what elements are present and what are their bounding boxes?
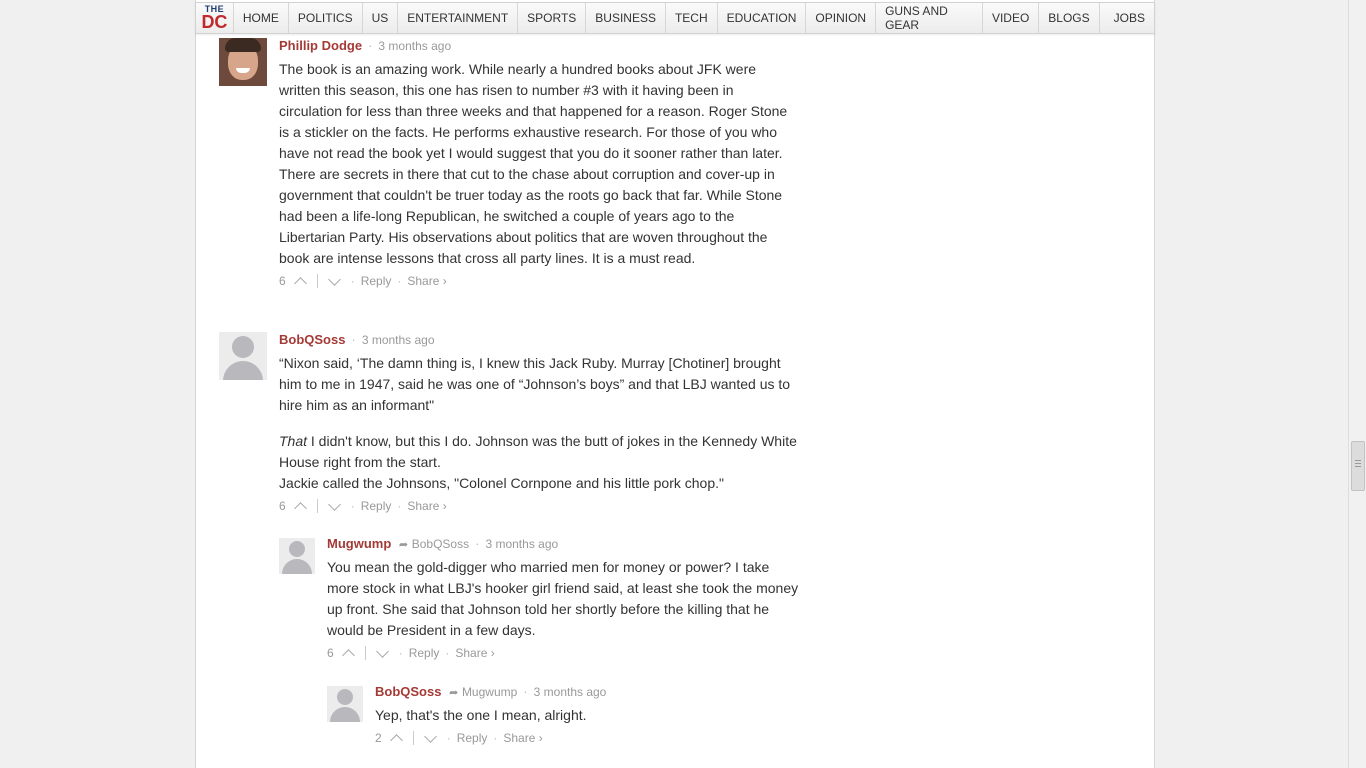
comment-text: Yep, that's the one I mean, alright. bbox=[375, 707, 587, 723]
comment-author[interactable]: Mugwump bbox=[327, 536, 391, 551]
upvote-icon[interactable] bbox=[389, 734, 403, 747]
reply-button[interactable]: Reply bbox=[361, 274, 392, 288]
comment-author[interactable]: BobQSoss bbox=[375, 684, 441, 699]
downvote-icon[interactable] bbox=[423, 730, 437, 743]
reply-button[interactable]: Reply bbox=[457, 731, 488, 745]
vote-divider bbox=[316, 274, 318, 288]
reply-button[interactable]: Reply bbox=[361, 499, 392, 513]
avatar[interactable] bbox=[327, 686, 363, 722]
nav-education[interactable]: EDUCATION bbox=[718, 3, 807, 33]
reply-to-author[interactable]: Mugwump bbox=[462, 685, 517, 699]
nav-jobs[interactable]: JOBS bbox=[1100, 3, 1154, 33]
comment-author[interactable]: BobQSoss bbox=[279, 332, 345, 347]
nav-politics[interactable]: POLITICS bbox=[289, 3, 363, 33]
reply-button[interactable]: Reply bbox=[409, 646, 440, 660]
comment-text: You mean the gold-digger who married men… bbox=[327, 559, 799, 638]
comment-actions: 6 · Reply · Share › bbox=[327, 645, 495, 662]
upvote-icon[interactable] bbox=[293, 277, 307, 290]
share-button[interactable]: Share › bbox=[455, 646, 494, 660]
comment-text: The book is an amazing work. While nearl… bbox=[279, 61, 788, 266]
share-button[interactable]: Share › bbox=[407, 499, 446, 513]
comment-timestamp[interactable]: 3 months ago bbox=[534, 685, 607, 699]
comment-timestamp[interactable]: 3 months ago bbox=[362, 333, 435, 347]
nav-video[interactable]: VIDEO bbox=[983, 3, 1040, 33]
nav-blogs[interactable]: BLOGS bbox=[1039, 3, 1100, 33]
nav-business[interactable]: BUSINESS bbox=[586, 3, 666, 33]
nav-opinion[interactable]: OPINION bbox=[806, 3, 877, 33]
reply-arrow-icon: ➦ bbox=[398, 539, 409, 551]
upvote-icon[interactable] bbox=[341, 649, 355, 662]
reply-to-author[interactable]: BobQSoss bbox=[412, 537, 469, 551]
avatar[interactable] bbox=[279, 538, 315, 574]
nav-entertainment[interactable]: ENTERTAINMENT bbox=[398, 3, 519, 33]
scrollbar-thumb[interactable] bbox=[1351, 441, 1365, 491]
vote-count: 2 bbox=[375, 731, 382, 745]
top-navigation-bar: THE DC HOME POLITICS US ENTERTAINMENT SP… bbox=[195, 2, 1155, 34]
comment-actions: 2 · Reply · Share › bbox=[375, 730, 543, 747]
site-logo[interactable]: THE DC bbox=[196, 3, 234, 33]
comment-text: “Nixon said, ‘The damn thing is, I knew … bbox=[279, 355, 797, 491]
share-button[interactable]: Share › bbox=[407, 274, 446, 288]
logo-bottom-text: DC bbox=[201, 12, 228, 32]
reply-arrow-icon: ➦ bbox=[449, 687, 459, 699]
downvote-icon[interactable] bbox=[327, 273, 341, 286]
comment-timestamp[interactable]: 3 months ago bbox=[378, 39, 451, 53]
comment-actions: 6 · Reply · Share › bbox=[279, 273, 447, 290]
share-button[interactable]: Share › bbox=[503, 731, 542, 745]
nav-us[interactable]: US bbox=[363, 3, 399, 33]
avatar[interactable] bbox=[219, 332, 267, 380]
vote-count: 6 bbox=[279, 499, 286, 513]
downvote-icon[interactable] bbox=[375, 645, 389, 658]
vertical-scrollbar[interactable] bbox=[1348, 0, 1366, 768]
comment-actions: 6 · Reply · Share › bbox=[279, 498, 447, 515]
comment-author[interactable]: Phillip Dodge bbox=[279, 38, 362, 53]
upvote-icon[interactable] bbox=[293, 502, 307, 515]
vote-divider bbox=[364, 646, 366, 660]
vote-count: 6 bbox=[327, 646, 334, 660]
vote-count: 6 bbox=[279, 274, 286, 288]
nav-home[interactable]: HOME bbox=[234, 3, 289, 33]
vote-divider bbox=[412, 731, 414, 745]
avatar[interactable] bbox=[219, 38, 267, 86]
vote-divider bbox=[316, 499, 318, 513]
nav-sports[interactable]: SPORTS bbox=[518, 3, 587, 33]
downvote-icon[interactable] bbox=[327, 498, 341, 511]
comment-timestamp[interactable]: 3 months ago bbox=[485, 537, 558, 551]
nav-tech[interactable]: TECH bbox=[666, 3, 718, 33]
nav-guns-and-gear[interactable]: GUNS AND GEAR bbox=[876, 3, 983, 33]
